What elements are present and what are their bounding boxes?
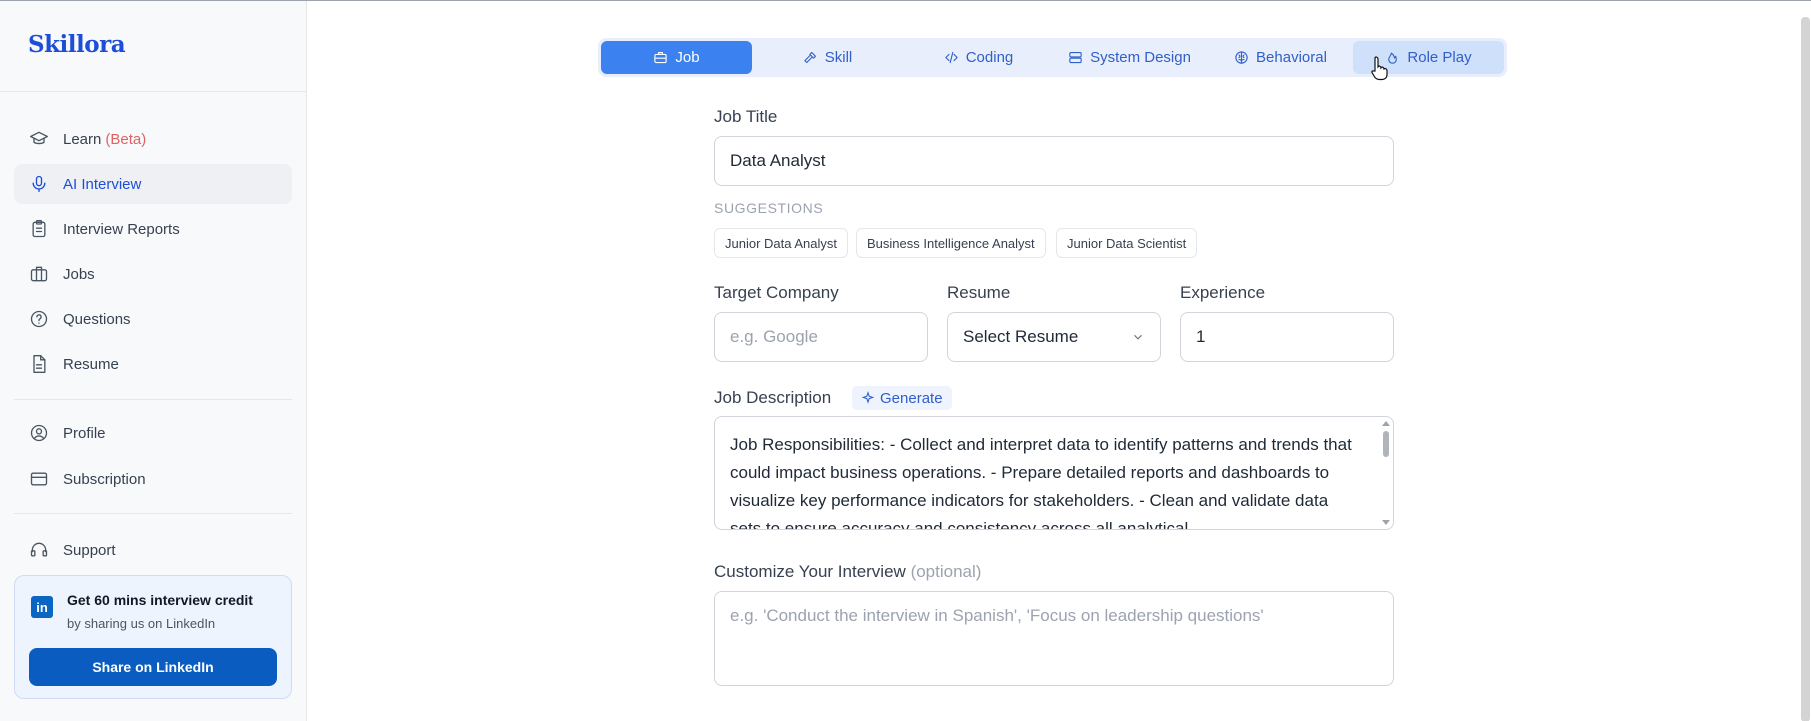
tab-label: Skill (824, 49, 853, 66)
linkedin-icon: in (31, 596, 53, 618)
sidebar-item-jobs[interactable]: Jobs (14, 254, 292, 294)
divider (0, 91, 307, 92)
resume-label: Resume (947, 283, 1011, 302)
divider (14, 513, 292, 514)
sidebar-item-ai-interview[interactable]: AI Interview (14, 164, 292, 204)
sidebar-item-label: AI Interview (63, 175, 142, 193)
tab-label: Role Play (1407, 49, 1472, 66)
server-icon (1069, 51, 1082, 64)
credit-card-icon (28, 468, 50, 490)
brain-icon (1235, 51, 1248, 64)
resume-select-value: Select Resume (963, 327, 1079, 346)
headset-icon (28, 539, 50, 561)
share-on-linkedin-button[interactable]: Share on LinkedIn (29, 648, 277, 686)
generate-label: Generate (880, 389, 943, 407)
question-circle-icon (28, 308, 50, 330)
document-icon (28, 353, 50, 375)
resume-select[interactable]: Select Resume (947, 312, 1161, 362)
experience-input[interactable]: 1 (1180, 312, 1394, 362)
divider (14, 399, 292, 400)
sidebar-item-interview-reports[interactable]: Interview Reports (14, 209, 292, 249)
tab-label: Job (675, 49, 700, 66)
pointer-cursor-icon (1371, 56, 1388, 81)
textarea-scrollbar[interactable] (1382, 421, 1390, 525)
sidebar-item-support[interactable]: Support (14, 530, 292, 570)
sparkle-icon (861, 391, 875, 404)
experience-label: Experience (1180, 283, 1266, 302)
tab-label: System Design (1090, 49, 1191, 66)
sidebar: Skillora Learn (Beta) AI Interview Inter… (0, 1, 307, 721)
sidebar-item-label: Support (63, 541, 116, 559)
briefcase-icon (654, 51, 668, 64)
suggestion-chip[interactable]: Business Intelligence Analyst (856, 228, 1046, 258)
sidebar-item-label: Interview Reports (63, 220, 180, 238)
target-company-input[interactable]: e.g. Google (714, 312, 928, 362)
promo-title: Get 60 mins interview credit (67, 592, 253, 608)
tab-job[interactable]: Job (601, 41, 752, 74)
job-title-input[interactable]: Data Analyst (714, 136, 1394, 186)
tab-system-design[interactable]: System Design (1054, 41, 1205, 74)
sidebar-item-label: Questions (63, 310, 131, 328)
customize-label-text: Customize Your Interview (714, 562, 906, 581)
sidebar-item-profile[interactable]: Profile (14, 413, 292, 453)
sidebar-item-label: Jobs (63, 265, 95, 283)
tab-skill[interactable]: Skill (752, 41, 903, 74)
tab-label: Coding (965, 49, 1014, 66)
optional-hint: (optional) (910, 562, 982, 581)
sidebar-item-label: Profile (63, 424, 106, 442)
tab-coding[interactable]: Coding (903, 41, 1054, 74)
job-description-textarea[interactable]: Job Responsibilities: - Collect and inte… (714, 416, 1394, 530)
job-title-label: Job Title (714, 107, 778, 126)
tab-behavioral[interactable]: Behavioral (1205, 41, 1356, 74)
beta-badge: (Beta) (105, 130, 147, 148)
job-description-label: Job Description (714, 388, 832, 407)
tab-label: Behavioral (1256, 49, 1327, 66)
sidebar-item-resume[interactable]: Resume (14, 344, 292, 384)
target-company-label: Target Company (714, 283, 839, 302)
sidebar-item-label: Resume (63, 355, 119, 373)
scroll-down-arrow[interactable] (1382, 520, 1390, 525)
sidebar-item-subscription[interactable]: Subscription (14, 459, 292, 499)
graduation-cap-icon (28, 128, 50, 150)
generate-button[interactable]: Generate (852, 386, 952, 410)
briefcase-icon (28, 263, 50, 285)
microphone-icon (28, 173, 50, 195)
user-circle-icon (28, 422, 50, 444)
customize-label: Customize Your Interview (optional) (714, 562, 981, 582)
linkedin-promo-card: in Get 60 mins interview credit by shari… (14, 575, 292, 699)
customize-textarea[interactable]: e.g. 'Conduct the interview in Spanish',… (714, 591, 1394, 686)
suggestion-chip[interactable]: Junior Data Analyst (714, 228, 849, 258)
code-icon (945, 51, 958, 64)
promo-subtitle: by sharing us on LinkedIn (67, 616, 216, 631)
suggestions-title: SUGGESTIONS (714, 200, 824, 216)
scroll-thumb[interactable] (1383, 431, 1389, 457)
page-scrollbar[interactable] (1801, 17, 1810, 721)
chevron-down-icon (1134, 334, 1142, 340)
hammer-icon (804, 51, 816, 64)
app-logo[interactable]: Skillora (28, 31, 126, 58)
scroll-up-arrow[interactable] (1382, 421, 1390, 426)
clipboard-icon (28, 218, 50, 240)
app-window: Skillora Learn (Beta) AI Interview Inter… (0, 0, 1811, 721)
sidebar-item-label: Subscription (63, 470, 146, 488)
sidebar-item-learn[interactable]: Learn (Beta) (14, 119, 292, 159)
sidebar-item-questions[interactable]: Questions (14, 299, 292, 339)
suggestion-chip[interactable]: Junior Data Scientist (1056, 228, 1198, 258)
sidebar-item-label: Learn (63, 130, 102, 148)
